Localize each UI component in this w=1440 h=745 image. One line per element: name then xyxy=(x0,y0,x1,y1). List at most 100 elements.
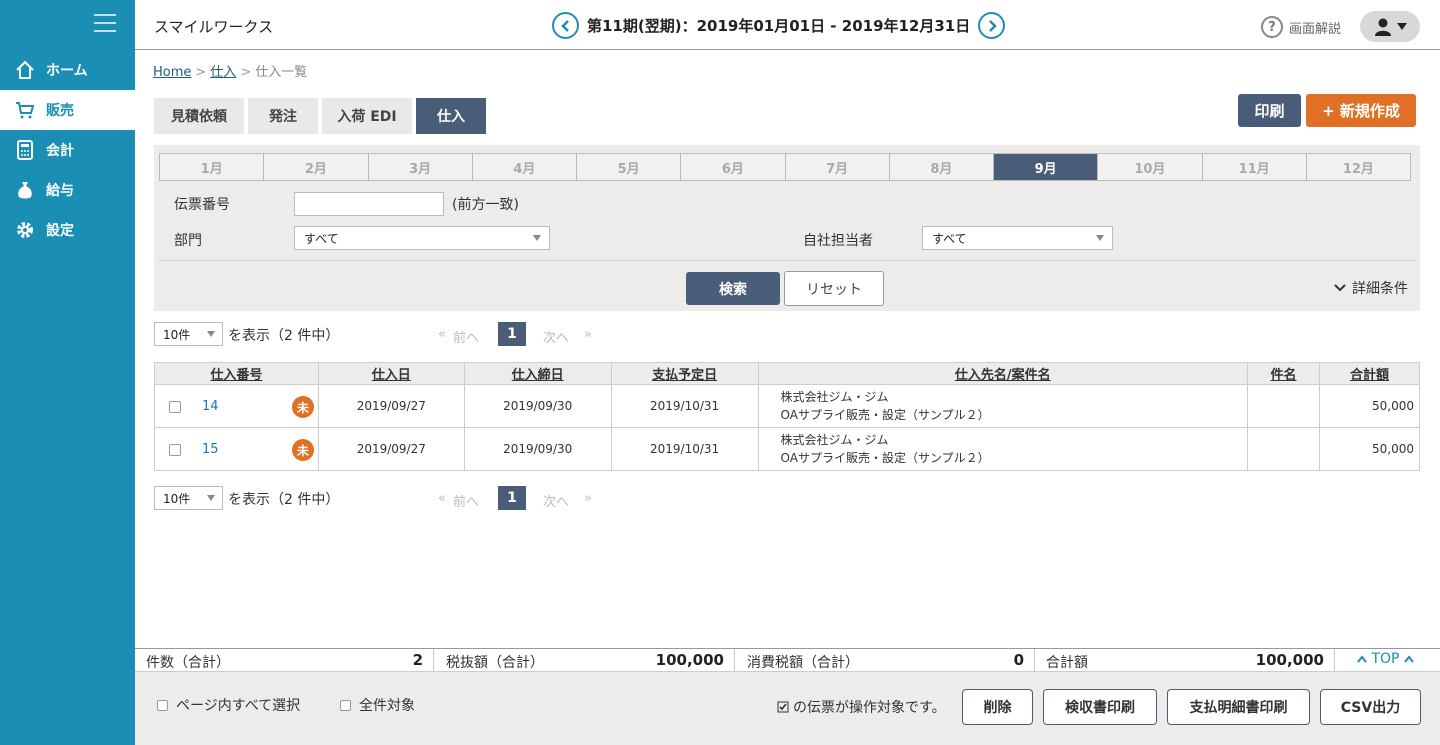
subject-cell xyxy=(1247,427,1320,471)
search-panel: 1月 2月 3月 4月 5月 6月 7月 8月 9月 10月 11月 12月 伝… xyxy=(154,145,1420,311)
month-9[interactable]: 9月 xyxy=(994,154,1099,180)
next-period-button[interactable] xyxy=(978,12,1006,39)
dept-select-value: すべて xyxy=(304,231,339,246)
total-value: 100,000 xyxy=(1255,651,1324,669)
sidebar-item-accounting[interactable]: 会計 xyxy=(0,130,135,170)
target-note-text: の伝票が操作対象です。 xyxy=(793,700,946,716)
month-4[interactable]: 4月 xyxy=(472,154,577,180)
pretax-label: 税抜額（合計） xyxy=(446,655,544,671)
sidebar-item-home[interactable]: ホーム xyxy=(0,50,135,90)
breadcrumb-purchase[interactable]: 仕入 xyxy=(210,65,236,80)
company-name: スマイルワークス xyxy=(154,18,274,36)
cart-icon xyxy=(14,99,36,121)
divider xyxy=(734,649,735,671)
staff-select[interactable]: すべて xyxy=(922,226,1113,250)
last-page-link[interactable]: » xyxy=(584,491,592,506)
month-1[interactable]: 1月 xyxy=(160,154,265,180)
first-page-link[interactable]: « xyxy=(438,327,446,342)
help-label: 画面解説 xyxy=(1289,21,1342,37)
select-arrow-icon xyxy=(207,495,215,501)
back-to-top-link[interactable]: TOP xyxy=(1357,651,1414,667)
voucher-input[interactable] xyxy=(294,192,444,216)
month-7[interactable]: 7月 xyxy=(785,154,890,180)
help-link[interactable]: ? 画面解説 xyxy=(1261,16,1341,38)
period-label: 第11期(翌期)：2019年01月01日 - 2019年12月31日 xyxy=(587,17,971,35)
col-pay-date[interactable]: 支払予定日 xyxy=(610,362,759,385)
search-button[interactable]: 検索 xyxy=(686,272,780,305)
prev-page-link[interactable]: 前へ xyxy=(453,491,479,510)
menu-toggle-icon[interactable] xyxy=(94,14,116,32)
row-checkbox[interactable] xyxy=(169,401,181,413)
sidebar-item-label: 給与 xyxy=(46,183,74,199)
total-label: 合計額 xyxy=(1046,655,1088,671)
purchase-no-link[interactable]: 15 xyxy=(202,442,219,457)
purchase-no-link[interactable]: 14 xyxy=(202,399,219,414)
chevron-up-icon xyxy=(1404,655,1414,663)
tab-order[interactable]: 発注 xyxy=(248,98,318,134)
dept-label: 部門 xyxy=(174,233,202,249)
last-page-link[interactable]: » xyxy=(584,327,592,342)
dept-select[interactable]: すべて xyxy=(294,226,550,250)
first-page-link[interactable]: « xyxy=(438,491,446,506)
subject-cell xyxy=(1247,384,1320,428)
col-total[interactable]: 合計額 xyxy=(1319,362,1420,385)
tab-purchase[interactable]: 仕入 xyxy=(416,98,486,134)
sidebar-item-payroll[interactable]: 給与 xyxy=(0,170,135,210)
print-button[interactable]: 印刷 xyxy=(1238,94,1301,127)
col-purchase-no[interactable]: 仕入番号 xyxy=(154,362,319,385)
sidebar-item-label: 設定 xyxy=(46,223,74,239)
breadcrumb-sep: > xyxy=(240,65,252,80)
home-icon xyxy=(14,59,36,81)
select-page-checkbox[interactable]: ページ内すべて選択 xyxy=(157,695,300,715)
tax-label: 消費税額（合計） xyxy=(747,655,859,671)
col-subject[interactable]: 件名 xyxy=(1247,362,1320,385)
breadcrumb-home[interactable]: Home xyxy=(153,65,191,80)
sidebar-item-sales[interactable]: 販売 xyxy=(0,90,135,130)
col-supplier[interactable]: 仕入先名/案件名 xyxy=(757,362,1249,385)
pager-bottom: 10件 を表示（2 件中） « 前へ 1 次へ » xyxy=(154,486,604,510)
col-purchase-date[interactable]: 仕入日 xyxy=(317,362,465,385)
month-11[interactable]: 11月 xyxy=(1202,154,1307,180)
gear-icon xyxy=(14,219,36,241)
user-menu-button[interactable] xyxy=(1360,11,1420,42)
per-page-select[interactable]: 10件 xyxy=(154,322,223,346)
current-page[interactable]: 1 xyxy=(498,322,526,346)
month-6[interactable]: 6月 xyxy=(681,154,786,180)
row-checkbox[interactable] xyxy=(169,444,181,456)
chevron-up-icon xyxy=(1357,655,1367,663)
receipt-print-button[interactable]: 検収書印刷 xyxy=(1043,689,1157,725)
current-page[interactable]: 1 xyxy=(498,486,526,510)
tab-arrival-edi[interactable]: 入荷 EDI xyxy=(322,98,412,134)
chevron-right-icon xyxy=(988,19,997,32)
divider xyxy=(159,260,1416,261)
month-12[interactable]: 12月 xyxy=(1306,154,1410,180)
tab-quote-request[interactable]: 見積依頼 xyxy=(154,98,244,134)
per-page-select[interactable]: 10件 xyxy=(154,486,223,510)
per-page-value: 10件 xyxy=(163,327,191,342)
col-close-date[interactable]: 仕入締日 xyxy=(463,362,612,385)
month-3[interactable]: 3月 xyxy=(368,154,473,180)
status-badge: 未 xyxy=(291,439,314,461)
per-page-value: 10件 xyxy=(163,491,191,506)
purchase-table: 仕入番号 仕入日 仕入締日 支払予定日 仕入先名/案件名 件名 合計額 14 未… xyxy=(154,362,1420,471)
footer-actions: ページ内すべて選択 全件対象 の伝票が操作対象です。 削除 検収書印刷 支払明細… xyxy=(135,672,1440,745)
month-8[interactable]: 8月 xyxy=(889,154,994,180)
next-page-link[interactable]: 次へ xyxy=(543,327,569,346)
new-button[interactable]: + 新規作成 xyxy=(1306,94,1416,127)
sidebar-item-settings[interactable]: 設定 xyxy=(0,210,135,250)
select-all-checkbox[interactable]: 全件対象 xyxy=(340,695,415,715)
month-5[interactable]: 5月 xyxy=(577,154,682,180)
purchase-no-cell: 15 未 xyxy=(154,427,319,471)
month-2[interactable]: 2月 xyxy=(264,154,369,180)
divider xyxy=(433,649,434,671)
prev-page-link[interactable]: 前へ xyxy=(453,327,479,346)
month-10[interactable]: 10月 xyxy=(1098,154,1203,180)
purchase-no-cell: 14 未 xyxy=(154,384,319,428)
csv-export-button[interactable]: CSV出力 xyxy=(1320,689,1421,725)
reset-button[interactable]: リセット xyxy=(784,271,884,306)
payment-statement-button[interactable]: 支払明細書印刷 xyxy=(1167,689,1310,725)
next-page-link[interactable]: 次へ xyxy=(543,491,569,510)
detail-conditions-toggle[interactable]: 詳細条件 xyxy=(1334,278,1408,298)
delete-button[interactable]: 削除 xyxy=(962,689,1033,725)
prev-period-button[interactable] xyxy=(552,12,579,39)
